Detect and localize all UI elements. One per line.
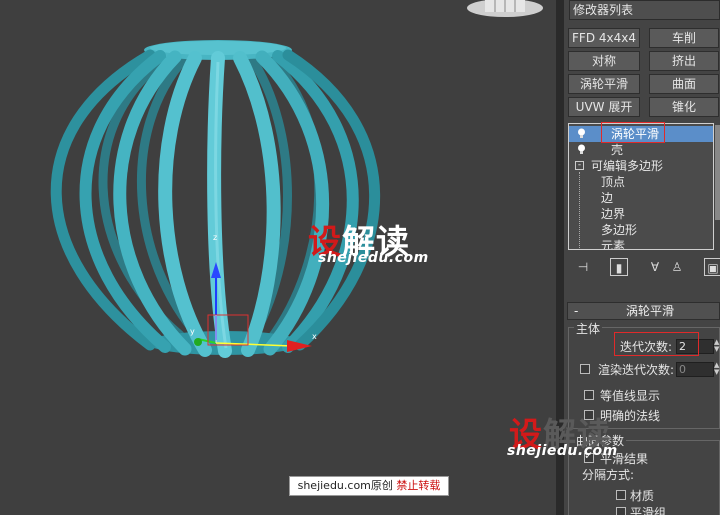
stack-subitem-element[interactable]: 元素 (569, 238, 713, 249)
show-end-result-icon[interactable]: ▮ (610, 258, 628, 276)
credit-banner: shejiedu.com原创 禁止转载 (289, 476, 449, 496)
isoline-label: 等值线显示 (600, 389, 661, 403)
lathe-button[interactable]: 车削 (649, 28, 719, 48)
stack-subitem-edge[interactable]: 边 (569, 190, 713, 206)
symmetry-button[interactable]: 对称 (568, 51, 640, 71)
surface-button[interactable]: 曲面 (649, 74, 719, 94)
vase-model-canvas[interactable]: x y z (0, 0, 556, 515)
turbosmooth-rollout-header[interactable]: - 涡轮平滑 (567, 302, 720, 320)
ffd-button[interactable]: FFD 4x4x4 (568, 28, 640, 48)
render-iters-spinner[interactable]: 0 (676, 362, 714, 377)
stack-item-editable-poly[interactable]: - 可编辑多边形 (569, 158, 713, 174)
smoothing-group-label: 平滑组 (630, 506, 667, 515)
highlight-box-stack (601, 122, 665, 143)
highlight-box-iterations (614, 332, 699, 356)
uvw-unwrap-button[interactable]: UVW 展开 (568, 97, 640, 117)
watermark-url-1: shejiedu.com (318, 250, 429, 266)
isoline-checkbox[interactable] (584, 390, 594, 400)
watermark-url-2: shejiedu.com (507, 443, 618, 459)
iterations-spinner-arrows[interactable]: ▲ ▼ (714, 339, 720, 354)
render-iters-label: 渲染迭代次数: (598, 363, 675, 377)
stack-subitem-border[interactable]: 边界 (569, 206, 713, 222)
stack-toolbar: ⊣ ▮ ∀ ♙ ▣ (564, 254, 720, 282)
turbosmooth-button[interactable]: 涡轮平滑 (568, 74, 640, 94)
stack-subitem-vertex[interactable]: 顶点 (569, 174, 713, 190)
material-label: 材质 (630, 489, 655, 503)
material-checkbox[interactable] (616, 490, 626, 500)
render-iters-checkbox[interactable] (580, 364, 590, 374)
stack-item-shell[interactable]: 壳 (569, 142, 713, 158)
lightbulb-icon[interactable] (577, 128, 586, 139)
viewport-perspective[interactable]: x y z 设解读 shejiedu.com shejiedu.com原创 禁止… (0, 0, 556, 515)
axis-label-x: x (312, 332, 317, 341)
axis-label-z: z (213, 233, 217, 242)
modifier-list-dropdown[interactable]: 修改器列表 (569, 0, 720, 20)
tree-line (579, 172, 581, 249)
configure-sets-icon[interactable]: ▣ (704, 258, 720, 276)
expand-minus-icon[interactable]: - (575, 161, 584, 170)
smoothing-group-checkbox[interactable] (616, 507, 626, 515)
lightbulb-icon[interactable] (577, 144, 586, 155)
stack-scrollbar[interactable] (715, 125, 720, 220)
render-iters-spinner-arrows[interactable]: ▲ ▼ (714, 362, 720, 377)
taper-button[interactable]: 锥化 (649, 97, 719, 117)
axis-label-y: y (190, 327, 195, 336)
extrude-button[interactable]: 挤出 (649, 51, 719, 71)
offscreen-object-top (467, 0, 543, 17)
pin-stack-icon[interactable]: ⊣ (574, 258, 592, 276)
make-unique-icon[interactable]: ∀ (646, 258, 664, 276)
separate-by-label: 分隔方式: (582, 468, 635, 482)
stack-subitem-polygon[interactable]: 多边形 (569, 222, 713, 238)
remove-modifier-icon[interactable]: ♙ (668, 258, 686, 276)
group-main-title: 主体 (574, 320, 603, 337)
